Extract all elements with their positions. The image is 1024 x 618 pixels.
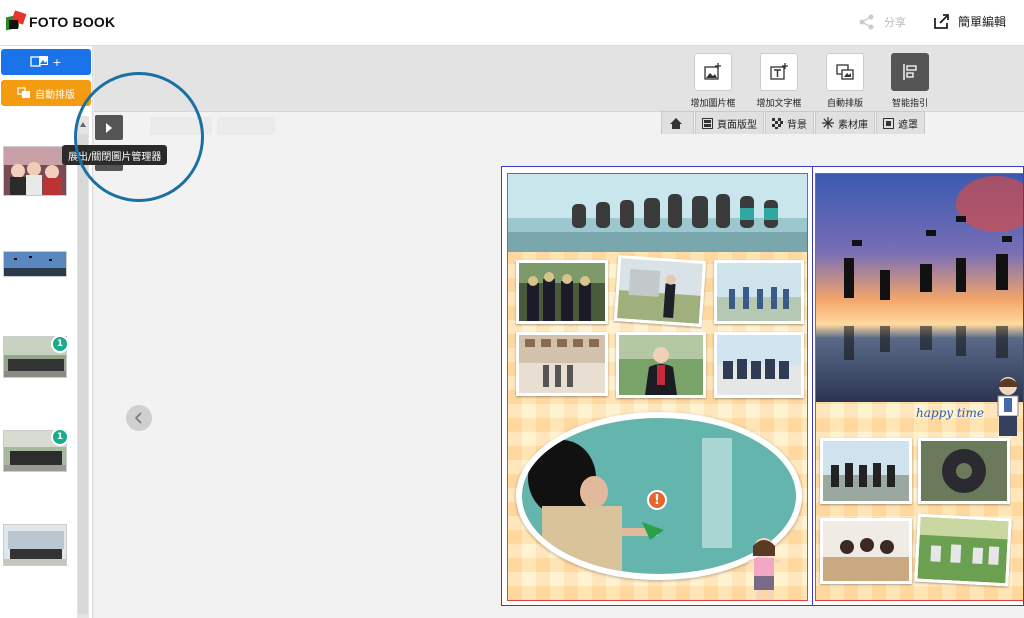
low-resolution-warning-icon[interactable]: ! xyxy=(647,490,667,510)
previous-page-button[interactable] xyxy=(126,405,152,431)
auto-layout-button[interactable] xyxy=(826,53,864,91)
highlight-ring xyxy=(74,72,204,202)
add-image-frame-label: 增加圖片框 xyxy=(690,99,736,109)
auto-layout-icon xyxy=(17,87,30,98)
sidebar-scroll-thumb[interactable] xyxy=(78,134,88,614)
cartoon-boy-sticker[interactable] xyxy=(988,374,1024,438)
chevron-left-icon xyxy=(135,412,142,424)
tab-material-library[interactable]: 素材庫 xyxy=(815,111,875,134)
photos-icon xyxy=(30,56,49,67)
share-icon xyxy=(859,14,874,30)
material-library-icon xyxy=(822,117,834,129)
photo-graduates-masks[interactable] xyxy=(516,260,608,324)
add-text-frame-label: 增加文字框 xyxy=(756,99,802,109)
banner-photo[interactable] xyxy=(508,174,807,252)
page-spine xyxy=(812,167,813,605)
building-group-photo xyxy=(4,525,66,565)
auto-layout-sidebar-label: 自動排版 xyxy=(35,89,75,101)
tab-page-layout-label: 頁面版型 xyxy=(717,119,757,131)
photo-students-sitting[interactable] xyxy=(714,332,804,398)
photobook-spread[interactable]: ! happy time xyxy=(501,166,1024,606)
friends-photo xyxy=(4,147,66,195)
tab-background-label: 背景 xyxy=(787,119,807,131)
auto-layout-icon xyxy=(836,64,854,80)
add-photo-button[interactable]: + xyxy=(1,49,91,75)
page-layout-icon xyxy=(702,117,713,129)
tab-mask-label: 遮罩 xyxy=(898,119,918,131)
thumbnail-friends[interactable] xyxy=(3,146,67,196)
tab-page-layout[interactable]: 頁面版型 xyxy=(695,111,764,134)
thumbnail-usage-badge: 1 xyxy=(51,428,69,446)
photo-students-running[interactable] xyxy=(714,260,804,324)
sunset-jump-photo[interactable] xyxy=(816,174,1023,402)
simple-edit-label: 簡單編輯 xyxy=(958,14,1007,29)
auto-layout-sidebar-button[interactable]: 自動排版 xyxy=(1,80,91,106)
share-label: 分享 xyxy=(884,16,906,29)
add-text-frame-icon xyxy=(770,63,788,80)
tab-home[interactable] xyxy=(661,111,694,134)
foto-book-logo[interactable]: FOTO BOOK xyxy=(6,10,116,32)
background-icon xyxy=(772,117,783,129)
add-image-frame-icon xyxy=(704,63,721,80)
add-text-frame-button[interactable] xyxy=(760,53,798,91)
auto-layout-label: 自動排版 xyxy=(826,99,863,109)
happy-time-caption[interactable]: happy time xyxy=(916,406,984,420)
panel-tabs: 頁面版型 背景 素材庫 遮罩 xyxy=(661,111,926,134)
tab-background[interactable]: 背景 xyxy=(765,111,814,134)
external-edit-icon xyxy=(934,14,949,29)
mask-icon xyxy=(883,117,894,129)
add-image-frame-button[interactable] xyxy=(694,53,732,91)
logo-text: FOTO BOOK xyxy=(29,14,116,30)
photo-graduate-arms-up[interactable] xyxy=(613,255,707,327)
tab-material-library-label: 素材庫 xyxy=(838,119,868,131)
right-page[interactable]: happy time xyxy=(815,173,1024,601)
photo-graduates-group-right[interactable] xyxy=(820,438,912,504)
tab-mask[interactable]: 遮罩 xyxy=(876,111,925,134)
cartoon-girl-sticker[interactable] xyxy=(742,534,786,601)
home-icon xyxy=(669,117,682,129)
simple-edit-button[interactable]: 簡單編輯 xyxy=(932,11,1006,31)
photo-classroom-study[interactable] xyxy=(820,518,912,584)
redo-button[interactable] xyxy=(217,117,275,135)
thumbnail-building-group[interactable] xyxy=(3,524,67,566)
smart-guide-label: 智能指引 xyxy=(891,99,928,109)
left-page[interactable]: ! xyxy=(507,173,808,601)
photo-feet-circle[interactable] xyxy=(918,438,1010,504)
thumbnail-usage-badge: 1 xyxy=(51,335,69,353)
thumbnail-cap-toss[interactable] xyxy=(3,251,67,277)
top-bar: FOTO BOOK 分享 簡單編輯 xyxy=(0,0,1024,46)
smart-guide-icon xyxy=(903,64,917,80)
photo-building-pose[interactable] xyxy=(516,332,608,396)
cap-toss-photo xyxy=(4,252,66,276)
logo-mark-icon xyxy=(6,10,27,32)
share-button[interactable]: 分享 xyxy=(858,13,906,31)
photo-graduate-girl[interactable] xyxy=(616,332,706,398)
add-photo-label: + xyxy=(52,55,62,69)
photo-lawn-friends[interactable] xyxy=(914,513,1012,587)
smart-guide-button[interactable] xyxy=(891,53,929,91)
